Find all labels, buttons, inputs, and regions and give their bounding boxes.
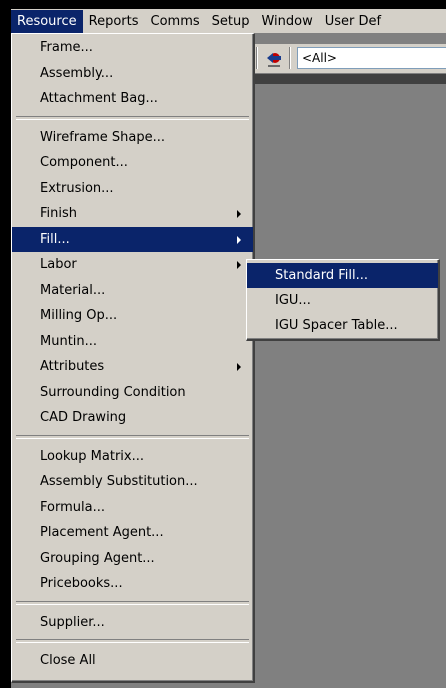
submenu-arrow-icon: [237, 261, 241, 269]
menu-resource[interactable]: Resource: [11, 9, 83, 33]
menu-item-placement-agent[interactable]: Placement Agent...: [12, 520, 253, 546]
left-arrow-icon[interactable]: [264, 49, 284, 69]
menu-setup[interactable]: Setup: [206, 10, 256, 33]
submenu-arrow-icon: [237, 363, 241, 371]
menu-item-labor[interactable]: Labor: [12, 252, 253, 278]
toolbar-separator: [256, 47, 258, 69]
menu-item-extrusion[interactable]: Extrusion...: [12, 176, 253, 202]
menu-item-finish[interactable]: Finish: [12, 201, 253, 227]
toolbar-separator: [289, 47, 291, 69]
menu-item-attributes[interactable]: Attributes: [12, 354, 253, 380]
menu-separator: [16, 115, 249, 120]
menu-item-fill-label: Fill...: [40, 231, 70, 247]
filter-combo[interactable]: <All>: [297, 47, 446, 69]
menu-separator: [16, 639, 249, 643]
submenu-item-standard-fill[interactable]: Standard Fill...: [247, 263, 438, 288]
submenu-arrow-icon: [237, 235, 241, 244]
menu-item-material[interactable]: Material...: [12, 278, 253, 304]
menu-item-formula[interactable]: Formula...: [12, 495, 253, 521]
menu-user-def[interactable]: User Def: [319, 10, 387, 33]
submenu-item-igu[interactable]: IGU...: [247, 288, 438, 313]
submenu-arrow-icon: [237, 210, 241, 218]
menu-item-wireframe-shape[interactable]: Wireframe Shape...: [12, 125, 253, 151]
menu-comms[interactable]: Comms: [145, 10, 206, 33]
menu-item-attachment-bag[interactable]: Attachment Bag...: [12, 86, 253, 112]
menu-item-assembly[interactable]: Assembly...: [12, 61, 253, 87]
menu-item-frame[interactable]: Frame...: [12, 35, 253, 61]
menu-item-component[interactable]: Component...: [12, 150, 253, 176]
menu-item-supplier[interactable]: Supplier...: [12, 610, 253, 636]
menu-item-close-all[interactable]: Close All: [12, 648, 253, 674]
menu-item-finish-label: Finish: [40, 206, 78, 221]
menu-item-grouping-agent[interactable]: Grouping Agent...: [12, 546, 253, 572]
menu-separator: [16, 600, 249, 605]
menu-item-fill[interactable]: Fill...: [12, 226, 253, 252]
menu-item-milling-op[interactable]: Milling Op...: [12, 303, 253, 329]
menu-item-lookup-matrix[interactable]: Lookup Matrix...: [12, 444, 253, 470]
menu-item-muntin[interactable]: Muntin...: [12, 329, 253, 355]
menu-reports[interactable]: Reports: [83, 10, 145, 33]
menu-item-assembly-substitution[interactable]: Assembly Substitution...: [12, 469, 253, 495]
menu-item-pricebooks[interactable]: Pricebooks...: [12, 571, 253, 597]
toolbar: <All>: [248, 44, 446, 74]
resource-menu: Frame... Assembly... Attachment Bag... W…: [11, 33, 255, 683]
menu-item-attributes-label: Attributes: [40, 359, 105, 374]
menu-item-labor-label: Labor: [40, 257, 77, 272]
menu-item-cad-drawing[interactable]: CAD Drawing: [12, 405, 253, 431]
menu-window[interactable]: Window: [255, 10, 318, 33]
window-strip: [248, 74, 446, 84]
fill-submenu: Standard Fill... IGU... IGU Spacer Table…: [246, 259, 440, 341]
submenu-item-igu-spacer-table[interactable]: IGU Spacer Table...: [247, 313, 438, 338]
menu-item-surrounding-condition[interactable]: Surrounding Condition: [12, 380, 253, 406]
menu-bar: Resource Reports Comms Setup Window User…: [11, 9, 446, 33]
menu-separator: [16, 434, 249, 439]
